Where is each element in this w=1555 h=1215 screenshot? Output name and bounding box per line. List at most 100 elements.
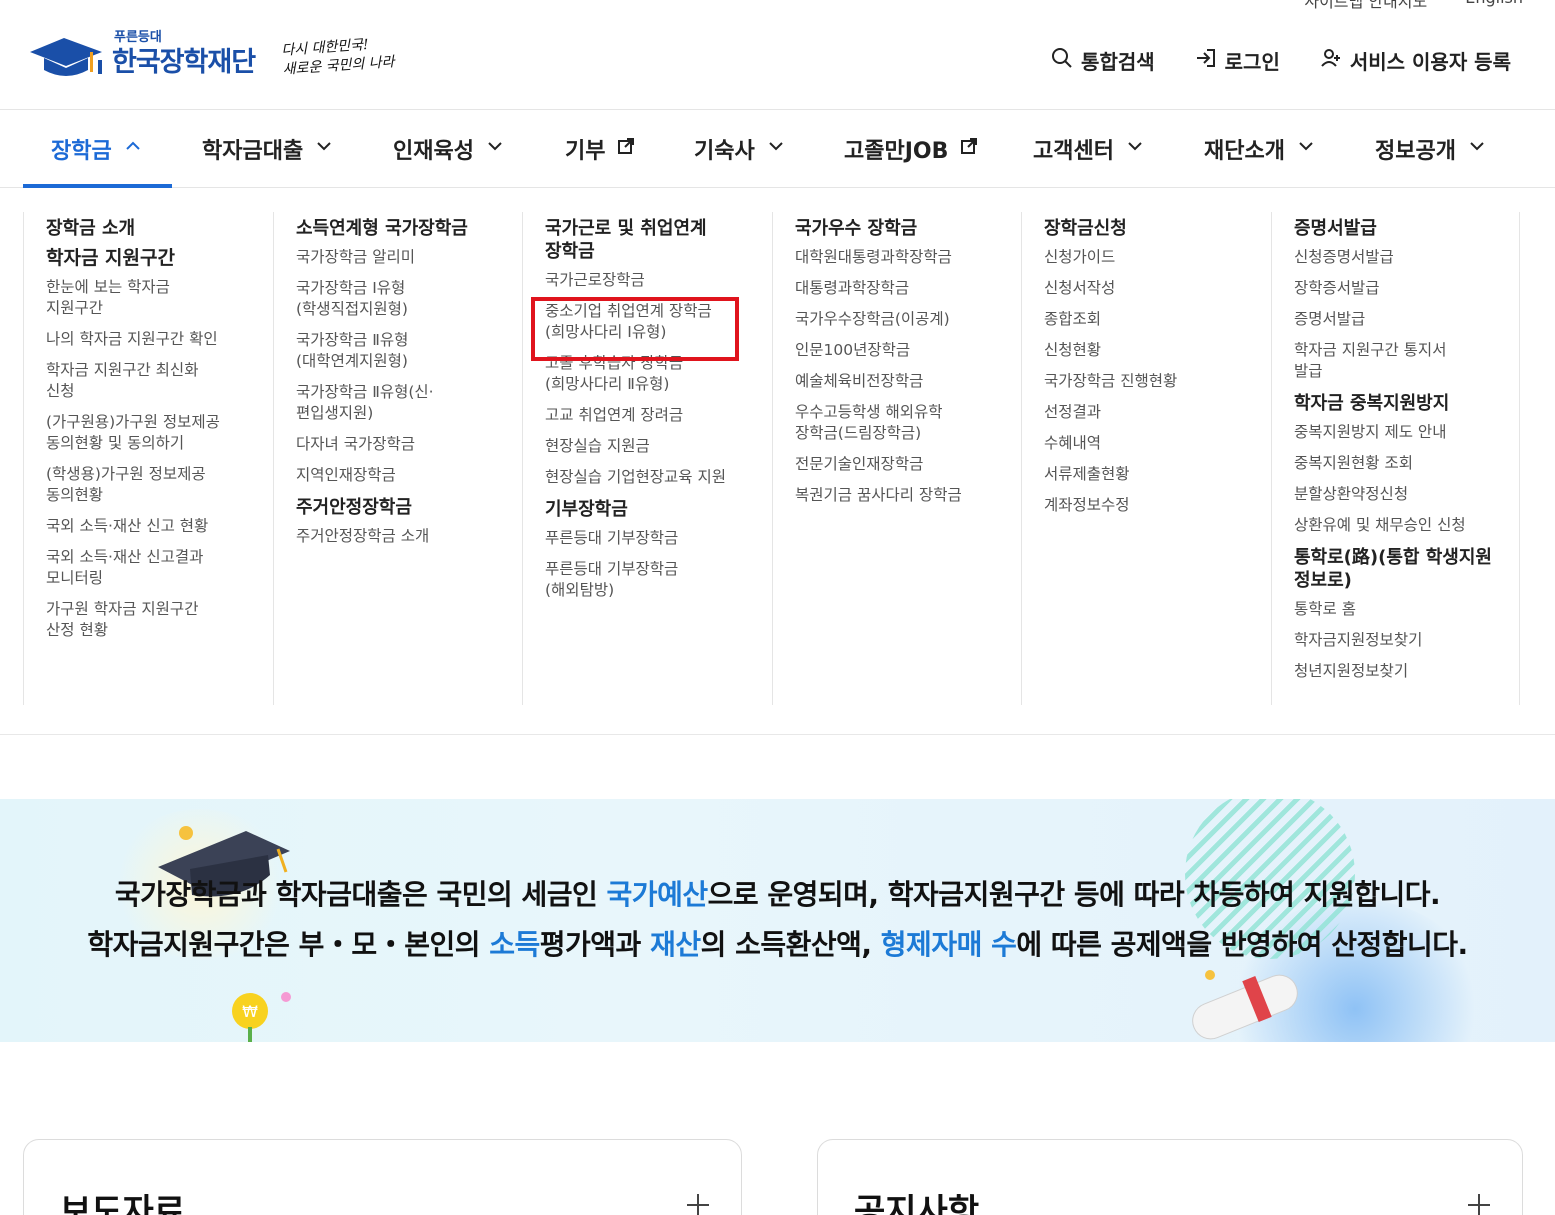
gnb-student-loan[interactable]: 학자금대출 <box>202 110 333 187</box>
menu-link[interactable]: 장학증서발급 <box>1294 278 1507 299</box>
menu-link[interactable]: 한눈에 보는 학자금 지원구간 <box>46 277 260 319</box>
banner-emphasis: 재산 <box>650 928 701 961</box>
menu-link[interactable]: 신청가이드 <box>1044 247 1258 268</box>
banner-text: 의 소득환산액, <box>700 928 881 961</box>
menu-link[interactable]: 계좌정보수정 <box>1044 495 1258 516</box>
menu-link[interactable]: 현장실습 지원금 <box>545 436 759 457</box>
menu-link[interactable]: 현장실습 기업현장교육 지원 <box>545 467 759 488</box>
menu-link[interactable]: 복권기금 꿈사다리 장학금 <box>795 485 1009 506</box>
graduation-cap-logo-icon <box>28 30 106 82</box>
menu-link[interactable]: 신청현황 <box>1044 340 1258 361</box>
menu-heading[interactable]: 기부장학금 <box>545 498 759 521</box>
gnb-label: 정보공개 <box>1375 138 1456 164</box>
logo-title: 한국장학재단 <box>112 46 256 78</box>
menu-link[interactable]: 전문기술인재장학금 <box>795 454 1009 475</box>
menu-link[interactable]: 통학로 홈 <box>1294 599 1507 620</box>
menu-link[interactable]: 국가장학금 진행현황 <box>1044 371 1258 392</box>
menu-heading[interactable]: 주거안정장학금 <box>296 496 510 519</box>
menu-link[interactable]: 국가장학금 Ⅰ유형 (학생직접지원형) <box>296 278 510 320</box>
chevron-up-icon <box>124 136 142 161</box>
menu-link[interactable]: 신청서작성 <box>1044 278 1258 299</box>
menu-link[interactable]: 국가근로장학금 <box>545 270 759 291</box>
plus-icon[interactable] <box>1466 1192 1492 1215</box>
press-release-title: 보도자료 <box>60 1192 186 1215</box>
menu-link[interactable]: 서류제출현황 <box>1044 464 1258 485</box>
menu-column-work: 국가근로 및 취업연계 장학금 국가근로장학금 중소기업 취업연계 장학금 (희망… <box>522 212 771 705</box>
banner-text: 으로 운영되며, 학자금지원구간 등에 따라 차등하여 지원합니다. <box>707 878 1441 911</box>
menu-heading[interactable]: 통학로(路)(통합 학생지원 정보로) <box>1294 546 1507 592</box>
chevron-down-icon <box>486 136 504 161</box>
external-link-icon <box>617 136 635 161</box>
menu-link[interactable]: 대통령과학장학금 <box>795 278 1009 299</box>
menu-link[interactable]: 주거안정장학금 소개 <box>296 526 510 547</box>
menu-link[interactable]: 대학원대통령과학장학금 <box>795 247 1009 268</box>
menu-link[interactable]: 인문100년장학금 <box>795 340 1009 361</box>
menu-link[interactable]: 상환유예 및 채무승인 신청 <box>1294 515 1507 536</box>
gnb-label: 인재육성 <box>393 138 474 164</box>
login-label: 로그인 <box>1224 50 1280 74</box>
menu-link[interactable]: 청년지원정보찾기 <box>1294 661 1507 682</box>
menu-link[interactable]: 분할상환약정신청 <box>1294 484 1507 505</box>
gnb-disclosure[interactable]: 정보공개 <box>1375 110 1486 187</box>
banner-text: 에 따른 공제액을 반영하여 산정합니다. <box>1016 928 1468 961</box>
menu-link[interactable]: 국가장학금 알리미 <box>296 247 510 268</box>
coin-flower-icon: ₩ <box>232 992 291 1042</box>
menu-link[interactable]: 고교 취업연계 장려금 <box>545 405 759 426</box>
menu-link[interactable]: 신청증명서발급 <box>1294 247 1507 268</box>
menu-link[interactable]: (학생용)가구원 정보제공 동의현황 <box>46 464 260 506</box>
slogan: 다시 대한민국! 새로운 국민의 나라 <box>281 34 395 80</box>
site-logo[interactable]: 푸른등대 한국장학재단 <box>28 30 256 82</box>
menu-link[interactable]: 선정결과 <box>1044 402 1258 423</box>
integrated-search-button[interactable]: 통합검색 <box>1051 46 1155 75</box>
gnb-label: 장학금 <box>51 138 112 164</box>
menu-link[interactable]: 중복지원현황 조회 <box>1294 453 1507 474</box>
menu-heading[interactable]: 장학금 소개 <box>46 217 260 240</box>
menu-link[interactable]: 예술체육비전장학금 <box>795 371 1009 392</box>
menu-link[interactable]: (가구원용)가구원 정보제공 동의현황 및 동의하기 <box>46 412 260 454</box>
menu-link[interactable]: 지역인재장학금 <box>296 465 510 486</box>
menu-heading[interactable]: 증명서발급 <box>1294 217 1507 240</box>
gnb-about[interactable]: 재단소개 <box>1204 110 1315 187</box>
service-register-button[interactable]: 서비스 이용자 등록 <box>1320 46 1511 75</box>
menu-heading[interactable]: 국가우수 장학금 <box>795 217 1009 240</box>
plus-icon[interactable] <box>685 1192 711 1215</box>
menu-link[interactable]: 중복지원방지 제도 안내 <box>1294 422 1507 443</box>
menu-heading[interactable]: 장학금신청 <box>1044 217 1258 240</box>
menu-link[interactable]: 국가장학금 Ⅱ유형(신· 편입생지원) <box>296 382 510 424</box>
chevron-down-icon <box>1297 136 1315 161</box>
service-register-label: 서비스 이용자 등록 <box>1349 50 1511 74</box>
menu-link[interactable]: 학자금지원정보찾기 <box>1294 630 1507 651</box>
menu-link[interactable]: 종합조회 <box>1044 309 1258 330</box>
menu-link[interactable]: 푸른등대 기부장학금 <box>545 528 759 549</box>
login-icon <box>1195 47 1217 74</box>
gnb-dormitory[interactable]: 기숙사 <box>694 110 785 187</box>
menu-heading[interactable]: 학자금 지원구간 <box>46 247 260 270</box>
menu-link[interactable]: 국외 소득·재산 신고결과 모니터링 <box>46 547 260 589</box>
menu-link[interactable]: 학자금 지원구간 최신화 신청 <box>46 360 260 402</box>
gnb-scholarship[interactable]: 장학금 <box>23 110 172 188</box>
gnb-label: 기숙사 <box>694 138 755 164</box>
gnb-donation[interactable]: 기부 <box>565 110 635 187</box>
menu-link[interactable]: 국가장학금 Ⅱ유형 (대학연계지원형) <box>296 330 510 372</box>
menu-link[interactable]: 증명서발급 <box>1294 309 1507 330</box>
login-button[interactable]: 로그인 <box>1195 46 1280 75</box>
search-icon <box>1051 47 1073 74</box>
menu-heading[interactable]: 학자금 중복지원방지 <box>1294 392 1507 415</box>
menu-link[interactable]: 국외 소득·재산 신고 현황 <box>46 516 260 537</box>
notice-title: 공지사항 <box>854 1192 980 1215</box>
gnb-talent[interactable]: 인재육성 <box>393 110 504 187</box>
menu-link[interactable]: 수혜내역 <box>1044 433 1258 454</box>
menu-link[interactable]: 가구원 학자금 지원구간 산정 현황 <box>46 599 260 641</box>
menu-heading[interactable]: 국가근로 및 취업연계 장학금 <box>545 217 759 263</box>
menu-link[interactable]: 학자금 지원구간 통지서 발급 <box>1294 340 1507 382</box>
menu-link[interactable]: 국가우수장학금(이공계) <box>795 309 1009 330</box>
menu-column-certificate: 증명서발급 신청증명서발급 장학증서발급 증명서발급 학자금 지원구간 통지서 발급 … <box>1271 212 1520 705</box>
gnb-job[interactable]: 고졸만JOB <box>844 110 978 187</box>
menu-link[interactable]: 다자녀 국가장학금 <box>296 434 510 455</box>
menu-link[interactable]: 나의 학자금 지원구간 확인 <box>46 329 260 350</box>
menu-link[interactable]: 우수고등학생 해외유학 장학금(드림장학금) <box>795 402 1009 444</box>
gnb-customer-center[interactable]: 고객센터 <box>1033 110 1144 187</box>
menu-link[interactable]: 푸른등대 기부장학금 (해외탐방) <box>545 559 759 601</box>
banner-line-1: 국가장학금과 학자금대출은 국민의 세금인 국가예산으로 운영되며, 학자금지원… <box>0 873 1555 913</box>
menu-heading[interactable]: 소득연계형 국가장학금 <box>296 217 510 240</box>
